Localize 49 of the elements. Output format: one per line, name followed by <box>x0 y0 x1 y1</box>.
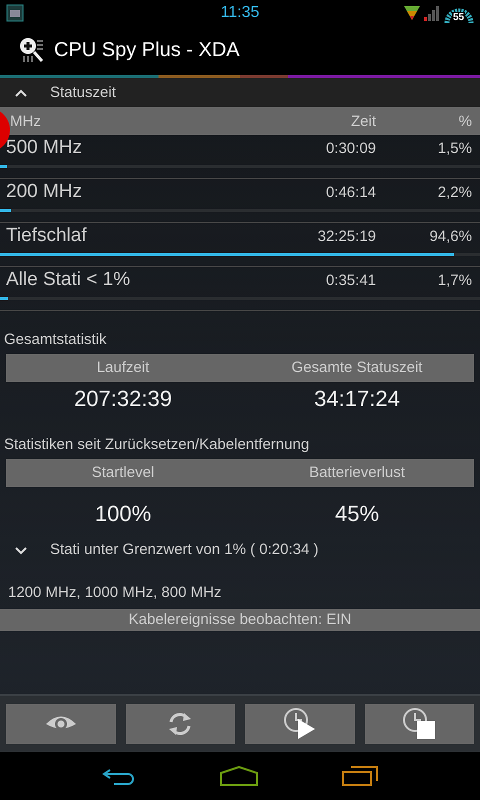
recent-apps-icon[interactable] <box>342 766 378 786</box>
timer-play-icon <box>282 707 317 741</box>
state-percent: 1,7% <box>436 272 473 288</box>
column-header: % <box>458 112 473 130</box>
stats-title: Gesamtstatistik <box>3 330 108 350</box>
state-name: 500 MHz <box>5 137 84 159</box>
state-name: 200 MHz <box>5 181 84 203</box>
state-list: 1200 MHz, 1000 MHz, 800 MHz <box>0 566 480 609</box>
state-percent: 1,5% <box>436 140 473 156</box>
caret-icon <box>14 88 28 98</box>
app-title: CPU Spy Plus - XDA <box>54 38 240 62</box>
toolbar-button[interactable] <box>245 704 354 744</box>
toolbar-button[interactable] <box>6 704 116 744</box>
section-header[interactable]: Stati unter Grenzwert von 1% ( 0:20:34 ) <box>0 533 480 566</box>
toolbar-button[interactable] <box>126 704 235 744</box>
column-header: MHz <box>9 112 42 130</box>
screenshot-icon <box>6 4 24 22</box>
stats-title: Statistiken seit Zurücksetzen/Kabelentfernung <box>3 435 310 455</box>
state-name: Tiefschlaf <box>5 225 88 247</box>
column-header: Zeit <box>350 112 376 130</box>
state-name: Alle Stati < 1% <box>5 269 132 291</box>
stat-label: Laufzeit <box>6 354 240 382</box>
state-time: 0:46:14 <box>324 184 376 200</box>
section-title: Statuszeit <box>50 84 116 101</box>
state-time: 0:30:09 <box>324 140 376 156</box>
signal-icon <box>424 4 440 20</box>
stat-value: 207:32:39 <box>73 385 173 413</box>
state-percent: 94,6% <box>428 228 473 244</box>
section-title: Stati unter Grenzwert von 1% ( 0:20:34 ) <box>50 541 318 558</box>
battery-gauge: 55 <box>444 2 474 22</box>
back-icon[interactable] <box>102 767 136 785</box>
state-time: 0:35:41 <box>324 272 376 288</box>
caret-icon <box>14 544 28 554</box>
cable-status: Kabelereignisse beobachten: EIN <box>0 609 480 631</box>
toolbar-button[interactable] <box>364 704 474 744</box>
clock: 11:35 <box>220 4 260 22</box>
cpu-magnifier-icon <box>18 36 46 64</box>
stat-label: Gesamte Statuszeit <box>240 354 474 382</box>
state-time: 32:25:19 <box>316 228 376 244</box>
stat-value: 100% <box>94 500 152 528</box>
stat-value: 34:17:24 <box>313 385 401 413</box>
timer-stop-icon <box>402 707 436 741</box>
stat-label: Startlevel <box>6 459 240 487</box>
stat-value: 45% <box>334 500 380 528</box>
wifi-icon <box>404 4 420 20</box>
home-icon[interactable] <box>220 766 258 786</box>
section-header[interactable]: Statuszeit <box>0 78 480 107</box>
stat-label: Batterieverlust <box>240 459 474 487</box>
state-percent: 2,2% <box>436 184 473 200</box>
